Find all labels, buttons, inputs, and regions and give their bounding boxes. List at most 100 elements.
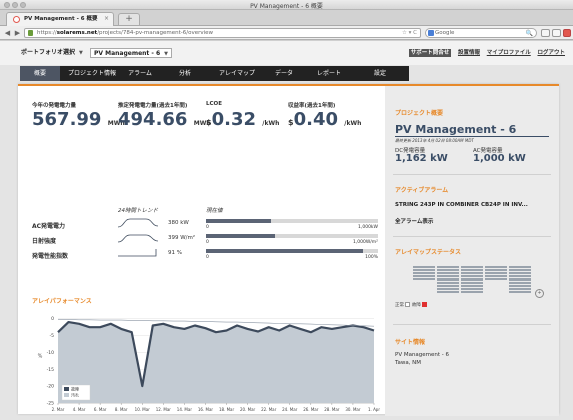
chevron-down-icon: ▼ [79, 50, 83, 56]
favicon-icon [13, 16, 20, 23]
x-tick-label: 6. Mar [94, 407, 107, 412]
x-tick-label: 10. Mar [135, 407, 151, 412]
fault-swatch [422, 302, 428, 307]
kpi-value: 494.66 MWh [118, 109, 211, 130]
y-axis-label: % [38, 354, 43, 360]
zoom-icon[interactable]: + [535, 289, 544, 298]
tab-settings[interactable]: 設定 [370, 66, 390, 81]
x-tick-label: 1. Apr [368, 407, 380, 412]
trend-sparkline [118, 218, 158, 228]
chart-title: アレイパフォーマンス [32, 298, 92, 305]
project-name: PV Management - 6 [395, 123, 517, 136]
address-bar[interactable]: https://solarems.net/projects/784-pv-man… [24, 28, 421, 38]
ac-value: 1,000 kW [473, 153, 526, 164]
current-header: 現在値 [206, 208, 223, 214]
search-placeholder: Google [435, 30, 455, 36]
x-tick-label: 14. Mar [177, 407, 193, 412]
x-tick-label: 8. Mar [115, 407, 128, 412]
legend-label: 故障 [71, 386, 79, 392]
legend-fault-label: 故障 [411, 303, 421, 308]
array-block[interactable] [509, 279, 531, 299]
site-name: PV Management - 6 [395, 352, 450, 358]
normal-swatch [405, 302, 411, 307]
active-alarms-title: アクティブアラーム [395, 187, 449, 194]
progress-bar [206, 249, 378, 253]
y-tick-label: -25 [47, 401, 54, 407]
browser-toolbar: ◀ ▶ https://solarems.net/projects/784-pv… [0, 26, 573, 40]
tab-close-icon[interactable]: × [104, 13, 109, 25]
kpi-label: LCOE [206, 101, 222, 107]
support-button[interactable]: サポート問合せ [408, 49, 452, 57]
soiling-area [58, 322, 374, 403]
bookmark-reload-icons[interactable]: ☆ ▾ C [402, 29, 417, 38]
view-all-alarms-link[interactable]: 全アラーム表示 [395, 217, 433, 225]
new-tab-button[interactable]: + [118, 13, 140, 25]
bar-min: 0 [206, 225, 209, 230]
content-panel: 今年の発電電力量 567.99 MWh 推定発電電力量(過去1年間) 494.6… [18, 84, 559, 416]
bar-min: 0 [206, 240, 209, 245]
kpi-label: 収益率(過去1年間) [288, 103, 336, 109]
x-tick-label: 22. Mar [261, 407, 277, 412]
tab-analysis[interactable]: 分析 [174, 66, 196, 81]
array-block[interactable] [485, 266, 507, 286]
tab-data[interactable]: データ [272, 66, 296, 81]
back-arrow-icon[interactable]: ◀ [3, 28, 12, 38]
page-menu-icon[interactable] [552, 29, 561, 37]
array-map-status-title: アレイマップステータス [395, 249, 462, 256]
page: ポートフォリオ選択 ▼ PV Management - 6 ▼ サポート問合せ 設置… [0, 41, 573, 420]
project-select[interactable]: PV Management - 6 ▼ [90, 48, 172, 58]
alarm-item[interactable]: STRING 243P IN COMBINER CB24P IN INV... [395, 202, 555, 208]
legend-swatch [64, 387, 69, 391]
x-tick-label: 30. Mar [345, 407, 361, 412]
install-info-link[interactable]: 設置情報 [458, 50, 480, 56]
progress-fill [206, 234, 275, 238]
site-info-title: サイト情報 [395, 339, 426, 346]
metric-label: 日射強度 [32, 238, 57, 245]
portfolio-label: ポートフォリオ選択 [21, 49, 76, 56]
logout-link[interactable]: ログアウト [537, 50, 565, 56]
header-links: サポート問合せ 設置情報 マイプロファイル ログアウト [404, 48, 565, 57]
addon-icon[interactable] [563, 29, 571, 37]
tab-overview[interactable]: 概要 [20, 66, 60, 81]
x-tick-label: 12. Mar [156, 407, 172, 412]
metric-label: 発電性能指数 [32, 253, 69, 260]
main-nav: 概要 プロジェクト情報 アラーム 分析 アレイマップ データ レポート 設定 [20, 66, 409, 81]
url-path: /projects/784-pv-management-6/overview [97, 30, 214, 36]
metric-label: AC発電電力 [32, 223, 66, 230]
kpi-value: $0.32 /kWh [206, 109, 279, 130]
array-block[interactable] [413, 266, 435, 286]
browser-tab[interactable]: PV Management - 6 概要 × [6, 12, 114, 26]
url-host: solarems.net [56, 30, 98, 36]
kpi-number: 567.99 [32, 109, 102, 130]
divider [393, 174, 551, 175]
y-tick-label: -20 [47, 384, 54, 390]
project-select-value: PV Management - 6 [94, 50, 161, 57]
search-icon[interactable]: 🔍 [526, 29, 533, 38]
chevron-down-icon: ▼ [164, 51, 168, 57]
portfolio-select[interactable]: ポートフォリオ選択 ▼ [21, 48, 83, 58]
my-profile-link[interactable]: マイプロファイル [487, 50, 531, 56]
tab-reports[interactable]: レポート [312, 66, 346, 81]
bar-max: 1,000W/m² [352, 240, 378, 245]
home-icon[interactable] [541, 29, 550, 37]
x-tick-label: 18. Mar [219, 407, 235, 412]
array-performance-chart: 0 -5 -10 -15 -20 -25% 2. Mar 4. Mar 6. Mar 8. Mar… [38, 312, 380, 412]
kpi-unit: /kWh [262, 120, 280, 127]
kpi-label: 推定発電電力量(過去1年間) [118, 103, 188, 109]
google-icon [428, 30, 434, 36]
top-strip: ポートフォリオ選択 ▼ PV Management - 6 ▼ サポート問合せ 設置… [0, 41, 573, 65]
y-tick-label: -10 [47, 350, 54, 356]
tab-project-info[interactable]: プロジェクト情報 [66, 66, 118, 81]
array-block[interactable] [461, 279, 483, 299]
right-panel: プロジェクト概要 PV Management - 6 最終更新 2013年 4月… [385, 86, 559, 416]
legend-swatch [64, 393, 69, 397]
progress-fill [206, 249, 363, 253]
kpi-number: 0.32 [211, 109, 256, 130]
x-tick-label: 28. Mar [324, 407, 340, 412]
search-input[interactable]: Google 🔍 [425, 28, 537, 38]
tab-array-map[interactable]: アレイマップ [215, 66, 259, 81]
array-block[interactable] [437, 279, 459, 299]
forward-arrow-icon[interactable]: ▶ [13, 28, 22, 38]
x-tick-label: 26. Mar [303, 407, 319, 412]
tab-alarms[interactable]: アラーム [122, 66, 158, 81]
